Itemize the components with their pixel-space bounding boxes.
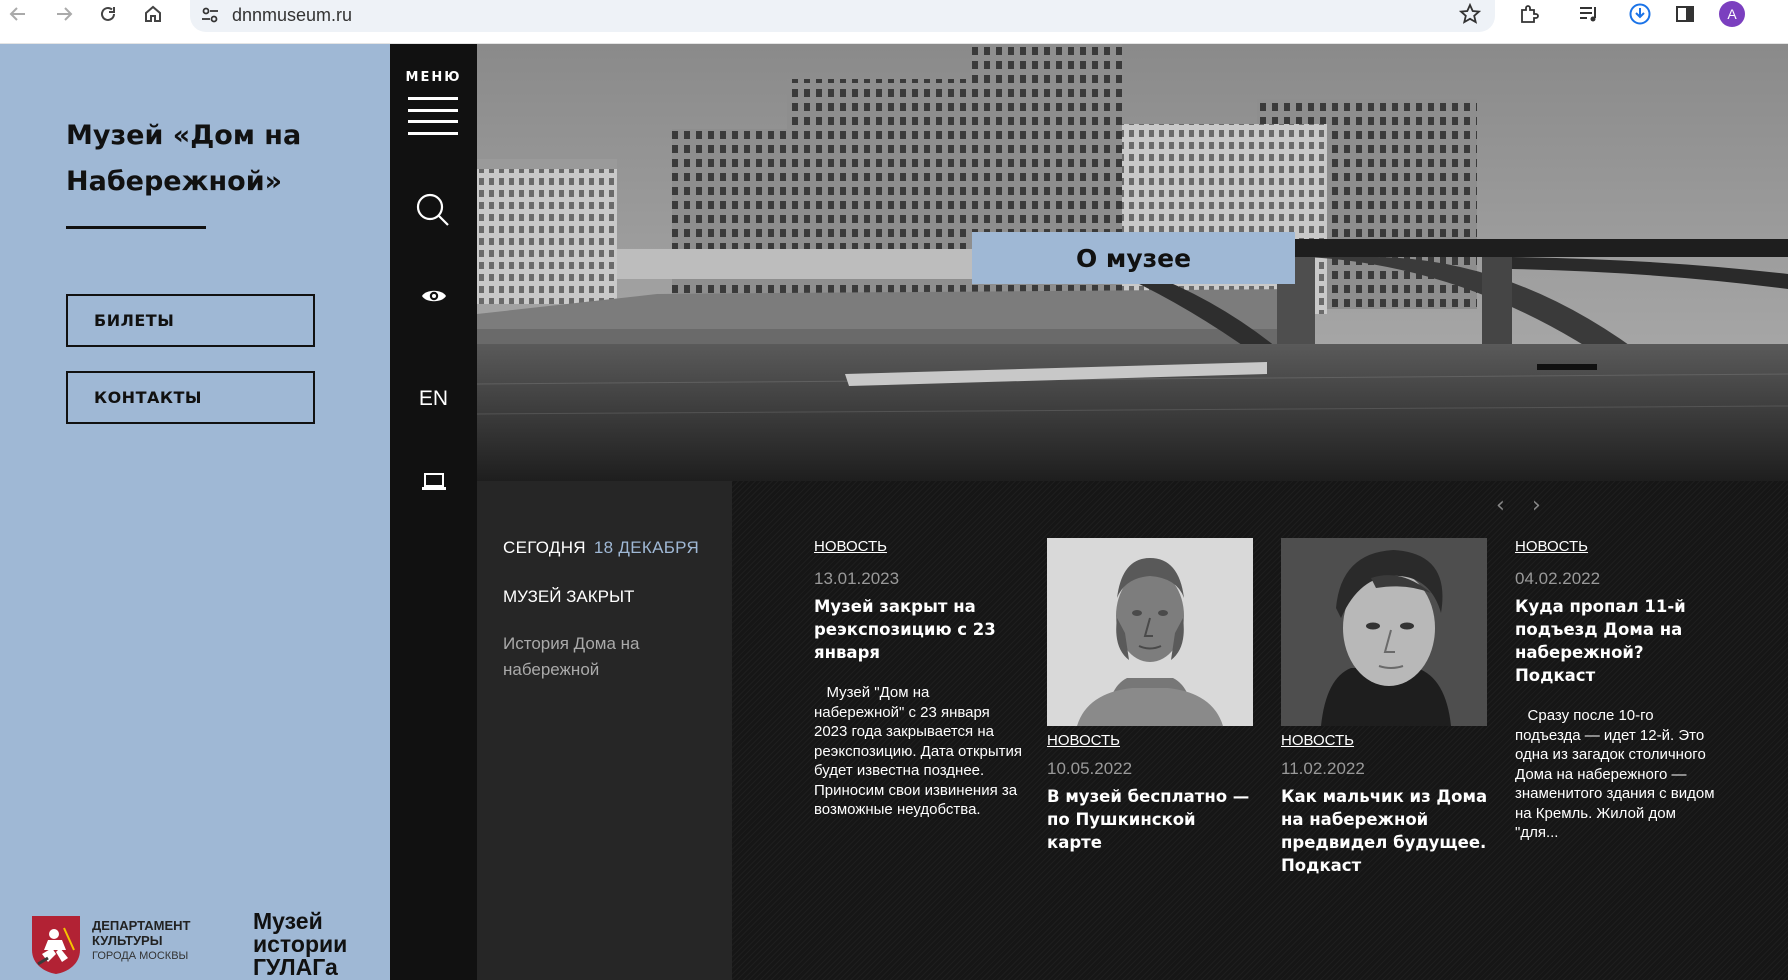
pushkin-bust-photo[interactable] [1047, 538, 1253, 726]
culture-department-logo[interactable]: ДЕПАРТАМЕНТ КУЛЬТУРЫ ГОРОДА МОСКВЫ [30, 914, 191, 976]
carousel-next-button[interactable]: › [1532, 493, 1556, 519]
history-link[interactable]: История Дома на набережной [503, 631, 703, 683]
gulag-logo-line1: Музей [253, 908, 323, 934]
extensions-icon[interactable] [1516, 1, 1542, 27]
news-headline[interactable]: В музей бесплатно — по Пушкинской карте [1047, 785, 1255, 854]
today-label: СЕГОДНЯ [503, 538, 586, 557]
today-panel: СЕГОДНЯ 18 ДЕКАБРЯ МУЗЕЙ ЗАКРЫТ История Д… [477, 481, 732, 980]
news-category[interactable]: НОВОСТЬ [1281, 732, 1489, 749]
news-excerpt: Музей "Дом на набережной" с 23 января 20… [814, 684, 1027, 818]
about-museum-label[interactable]: О музее [972, 232, 1295, 284]
back-icon[interactable] [0, 0, 36, 28]
news-excerpt: Сразу после 10-го подъезда — идет 12-й. … [1515, 707, 1719, 841]
news-date: 10.05.2022 [1047, 759, 1133, 778]
today-date: 18 ДЕКАБРЯ [593, 538, 700, 557]
eye-icon[interactable] [390, 287, 477, 305]
museum-status: МУЗЕЙ ЗАКРЫТ [503, 587, 635, 606]
url-text[interactable]: dnnmuseum.ru [232, 5, 352, 26]
news-category[interactable]: НОВОСТЬ [1047, 732, 1255, 749]
news-card[interactable]: НОВОСТЬ 13.01.2023 Музей закрыт на реэкс… [814, 538, 1022, 820]
laptop-icon[interactable] [390, 472, 477, 492]
dept-logo-line1: ДЕПАРТАМЕНТ [92, 918, 191, 933]
menu-label[interactable]: МЕНЮ [390, 70, 477, 85]
side-panel-icon[interactable] [1672, 1, 1698, 27]
news-card[interactable]: НОВОСТЬ 11.02.2022 Как мальчик из Дома н… [1281, 538, 1489, 877]
news-date: 04.02.2022 [1515, 569, 1601, 588]
downloads-icon[interactable] [1627, 1, 1653, 27]
title-divider [66, 226, 206, 229]
vertical-toolbar: МЕНЮ EN [390, 44, 477, 980]
carousel-prev-button[interactable]: ‹ [1496, 493, 1520, 519]
dept-logo-line2: КУЛЬТУРЫ [92, 933, 163, 948]
news-carousel: ‹ › НОВОСТЬ 13.01.2023 Музей закрыт на р… [732, 481, 1788, 980]
address-bar[interactable]: dnnmuseum.ru [190, 0, 1495, 32]
news-category[interactable]: НОВОСТЬ [814, 538, 1022, 555]
news-headline[interactable]: Музей закрыт на реэкспозицию с 23 января [814, 595, 1022, 664]
forward-icon[interactable] [46, 0, 82, 28]
left-sidebar: Музей «Дом на Набережной» БИЛЕТЫ КОНТАКТ… [0, 44, 390, 980]
profile-avatar[interactable]: A [1719, 1, 1745, 27]
gulag-logo-line3: ГУЛАГа [253, 954, 338, 980]
news-date: 11.02.2022 [1281, 759, 1365, 778]
reload-icon[interactable] [90, 0, 126, 28]
browser-toolbar: dnnmuseum.ru A [0, 0, 1788, 44]
gulag-museum-logo[interactable]: Музей истории ГУЛАГа [253, 910, 373, 979]
moscow-coat-of-arms-icon [32, 916, 80, 974]
boy-portrait-photo[interactable] [1281, 538, 1487, 726]
bookmark-star-icon[interactable] [1459, 3, 1481, 25]
hamburger-icon[interactable] [408, 97, 458, 135]
language-switch[interactable]: EN [390, 387, 477, 411]
museum-title[interactable]: Музей «Дом на Набережной» [66, 113, 366, 205]
search-icon[interactable] [390, 192, 477, 230]
news-card[interactable]: НОВОСТЬ 04.02.2022 Куда пропал 11-й подъ… [1515, 538, 1723, 843]
contacts-button[interactable]: КОНТАКТЫ [66, 371, 315, 424]
dept-logo-line3: ГОРОДА МОСКВЫ [92, 950, 189, 962]
tickets-button[interactable]: БИЛЕТЫ [66, 294, 315, 347]
site-settings-icon[interactable] [200, 5, 220, 25]
hero-banner[interactable]: О музее [477, 44, 1788, 481]
media-controls-icon[interactable] [1576, 1, 1602, 27]
news-headline[interactable]: Как мальчик из Дома на набережной предви… [1281, 785, 1489, 877]
news-card[interactable]: НОВОСТЬ 10.05.2022 В музей бесплатно — п… [1047, 538, 1255, 854]
gulag-logo-line2: истории [253, 931, 348, 957]
home-icon[interactable] [135, 0, 171, 28]
news-category[interactable]: НОВОСТЬ [1515, 538, 1723, 555]
news-date: 13.01.2023 [814, 569, 900, 588]
news-headline[interactable]: Куда пропал 11-й подъезд Дома на набереж… [1515, 595, 1723, 687]
today-line: СЕГОДНЯ 18 ДЕКАБРЯ [503, 538, 699, 558]
